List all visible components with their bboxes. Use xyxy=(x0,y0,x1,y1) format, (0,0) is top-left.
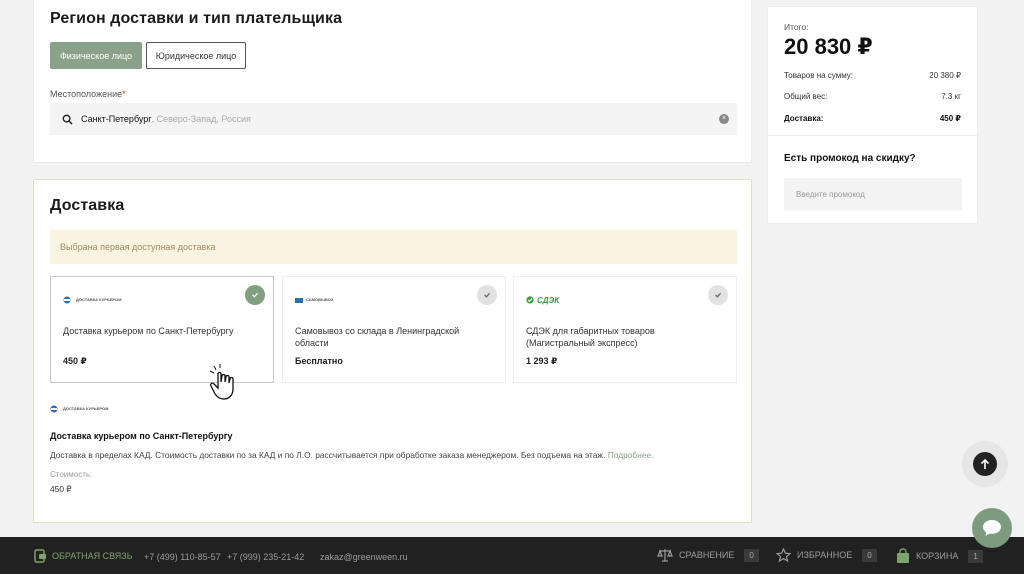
required-mark: * xyxy=(122,89,126,99)
courier-logo-text: ДОСТАВКА КУРЬЕРОМ xyxy=(76,297,122,302)
location-city: Санкт-Петербург xyxy=(81,114,152,124)
summary-row: Доставка: 450 ₽ xyxy=(784,114,961,123)
row-label: Доставка: xyxy=(784,114,824,123)
cdek-logo-icon: СДЭК xyxy=(526,291,559,309)
check-icon xyxy=(245,285,265,305)
email-link[interactable]: zakaz@greenween.ru xyxy=(320,552,408,562)
row-label: Общий вес: xyxy=(784,92,828,101)
promo-input[interactable] xyxy=(784,178,962,210)
row-label: Товаров на сумму: xyxy=(784,71,854,80)
cart-count: 1 xyxy=(968,549,983,563)
chat-bubble-icon xyxy=(983,520,1001,536)
location-label-text: Местоположение xyxy=(50,89,123,99)
location-label: Местоположение* xyxy=(50,89,126,99)
divider xyxy=(768,135,977,136)
summary-row: Товаров на сумму: 20 380 ₽ xyxy=(784,71,961,80)
tab-individual[interactable]: Физическое лицо xyxy=(50,42,142,69)
phone-chat-icon xyxy=(34,549,46,563)
pickup-logo-icon: САМОВЫВОЗ xyxy=(295,291,333,309)
shopping-bag-icon xyxy=(897,548,909,563)
tab-legal-entity[interactable]: Юридическое лицо xyxy=(146,42,246,69)
region-panel: Регион доставки и тип плательщика Физиче… xyxy=(33,0,752,163)
option-name: СДЭК для габаритных товаров (Магистральн… xyxy=(526,326,655,348)
cdek-logo-text: СДЭК xyxy=(537,295,560,305)
delivery-option-cdek[interactable]: СДЭК СДЭК для габаритных товаров (Магист… xyxy=(513,276,737,383)
region-title: Регион доставки и тип плательщика xyxy=(50,10,343,27)
check-icon xyxy=(477,285,497,305)
location-input[interactable]: Санкт-Петербург, Северо-Запад, Россия × xyxy=(50,103,737,135)
cost-value: 450 ₽ xyxy=(50,484,72,494)
summary-row: Общий вес: 7.3 кг xyxy=(784,92,961,101)
hand-cursor-icon xyxy=(206,362,244,407)
row-value: 450 ₽ xyxy=(939,114,961,123)
option-price: 1 293 ₽ xyxy=(526,356,558,366)
compare-label: СРАВНЕНИЕ xyxy=(679,550,735,560)
detail-description-text: Доставка в пределах КАД. Стоимость доста… xyxy=(50,450,606,460)
delivery-title: Доставка xyxy=(50,197,125,214)
search-icon xyxy=(60,112,74,126)
phone-link-2[interactable]: +7 (999) 235-21-42 xyxy=(227,552,304,562)
cart-link[interactable]: КОРЗИНА 1 xyxy=(896,548,983,564)
feedback-label: ОБРАТНАЯ СВЯЗЬ xyxy=(52,551,133,561)
cost-label: Стоимость: xyxy=(50,470,93,479)
detail-title: Доставка курьером по Санкт-Петербургу xyxy=(50,431,233,441)
detail-logo-icon: ДОСТАВКА КУРЬЕРОМ xyxy=(50,402,108,416)
favorites-link[interactable]: ИЗБРАННОЕ 0 xyxy=(776,548,877,562)
detail-description: Доставка в пределах КАД. Стоимость доста… xyxy=(50,450,653,460)
detail-logo-text: ДОСТАВКА КУРЬЕРОМ xyxy=(63,406,109,411)
option-name: Самовывоз со склада в Ленинградской обла… xyxy=(295,326,460,348)
more-link[interactable]: Подробнее. xyxy=(608,450,654,460)
scales-icon xyxy=(657,549,673,562)
arrow-up-icon xyxy=(973,452,997,476)
compare-link[interactable]: СРАВНЕНИЕ 0 xyxy=(657,548,759,562)
cart-label: КОРЗИНА xyxy=(916,551,959,561)
phone-link[interactable]: +7 (499) 110-85-57 xyxy=(144,552,221,562)
pickup-logo-text: САМОВЫВОЗ xyxy=(306,297,334,302)
favorites-label: ИЗБРАННОЕ xyxy=(797,550,853,560)
row-value: 7.3 кг xyxy=(941,92,961,101)
option-name: Доставка курьером по Санкт-Петербургу xyxy=(63,326,234,336)
delivery-option-pickup[interactable]: САМОВЫВОЗ Самовывоз со склада в Ленингра… xyxy=(282,276,506,383)
location-region: , Северо-Запад, Россия xyxy=(151,114,251,124)
feedback-link[interactable]: ОБРАТНАЯ СВЯЗЬ xyxy=(33,549,133,563)
order-summary: Итого: 20 830 ₽ Товаров на сумму: 20 380… xyxy=(767,6,978,224)
option-price: Бесплатно xyxy=(295,356,343,366)
compare-count: 0 xyxy=(744,548,759,562)
row-value: 20 380 ₽ xyxy=(929,71,961,80)
option-price: 450 ₽ xyxy=(63,356,87,366)
promo-title: Есть промокод на скидку? xyxy=(784,153,916,164)
total-value: 20 830 ₽ xyxy=(784,34,873,59)
favorites-count: 0 xyxy=(862,548,877,562)
check-icon xyxy=(708,285,728,305)
clear-icon[interactable]: × xyxy=(719,114,729,124)
scroll-top-button[interactable] xyxy=(962,441,1008,487)
delivery-panel: Доставка Выбрана первая доступная достав… xyxy=(33,179,752,523)
courier-logo-icon: ДОСТАВКА КУРЬЕРОМ xyxy=(63,291,121,309)
star-icon xyxy=(776,548,791,562)
delivery-notice: Выбрана первая доступная доставка xyxy=(50,230,737,264)
chat-button[interactable] xyxy=(972,508,1012,548)
bottom-bar: ОБРАТНАЯ СВЯЗЬ +7 (499) 110-85-57 +7 (99… xyxy=(0,537,1024,574)
total-label: Итого: xyxy=(784,22,809,32)
